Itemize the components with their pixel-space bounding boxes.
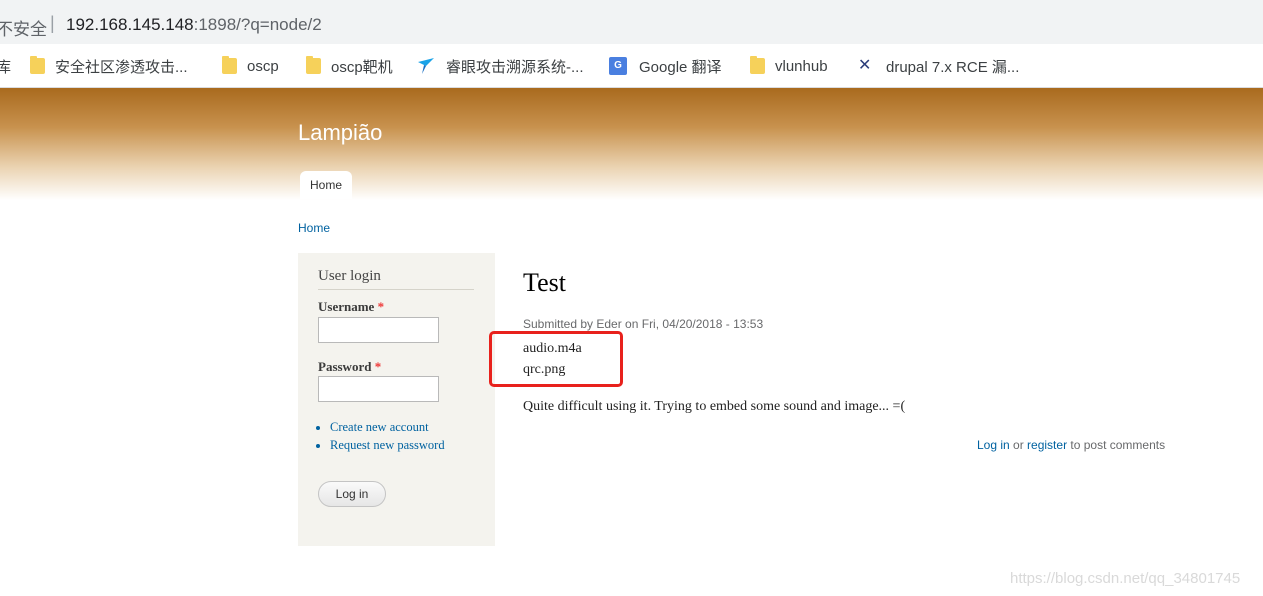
bookmark-label: oscp	[247, 57, 279, 75]
bookmark-item[interactable]: vlunhub	[750, 56, 828, 76]
site-name[interactable]: Lampião	[298, 120, 382, 146]
node-title: Test	[523, 268, 566, 297]
separator: |	[50, 13, 55, 33]
bookmark-item[interactable]: ✕ drupal 7.x RCE 漏...	[858, 56, 1019, 76]
bookmark-label: 睿眼攻击溯源系统-...	[446, 58, 584, 76]
bookmark-item[interactable]: G Google 翻译	[609, 56, 722, 76]
bookmarks-bar: 库 安全社区渗透攻击... oscp oscp靶机 睿眼攻击溯源系统-... G…	[0, 44, 1263, 88]
bookmark-item[interactable]: 安全社区渗透攻击...	[30, 56, 188, 76]
arrow-icon	[418, 58, 434, 74]
create-account-link[interactable]: Create new account	[330, 420, 429, 434]
username-label-text: Username	[318, 299, 375, 314]
bookmark-label: drupal 7.x RCE 漏...	[886, 58, 1020, 76]
tab-home[interactable]: Home	[300, 171, 352, 199]
user-login-block: User login Username * Password * Create …	[298, 253, 495, 546]
divider	[318, 289, 474, 290]
bookmark-label: 安全社区渗透攻击...	[55, 58, 188, 76]
password-label: Password *	[318, 359, 381, 375]
bookmark-clipped[interactable]: 库	[0, 56, 11, 76]
omnibox[interactable]: 不安全 | 192.168.145.148:1898/?q=node/2	[0, 3, 1230, 41]
watermark: https://blog.csdn.net/qq_34801745	[1010, 570, 1241, 587]
url-path: :1898/?q=node/2	[193, 15, 322, 34]
address-bar: 不安全 | 192.168.145.148:1898/?q=node/2	[0, 0, 1263, 44]
bookmark-label: Google 翻译	[639, 58, 722, 76]
comment-or: or	[1009, 438, 1028, 452]
submitted-info: Submitted by Eder on Fri, 04/20/2018 - 1…	[523, 317, 764, 331]
required-mark: *	[377, 299, 385, 314]
bookmark-label: oscp靶机	[331, 58, 393, 76]
folder-icon	[306, 56, 321, 74]
security-indicator[interactable]: 不安全	[0, 15, 47, 40]
folder-icon	[750, 56, 765, 74]
bookmark-label: vlunhub	[775, 57, 828, 75]
bookmark-item[interactable]: 睿眼攻击溯源系统-...	[416, 56, 584, 76]
breadcrumb[interactable]: Home	[298, 221, 330, 235]
highlight-box	[489, 331, 623, 387]
site-header	[0, 88, 1263, 200]
bookmark-item[interactable]: oscp	[222, 56, 279, 76]
folder-icon	[222, 56, 237, 74]
comment-suffix: to post comments	[1067, 438, 1166, 452]
google-translate-icon: G	[609, 57, 627, 75]
block-title: User login	[318, 268, 381, 284]
comment-links: Log in or register to post comments	[977, 438, 1165, 452]
list-item: Request new password	[330, 438, 445, 453]
login-button[interactable]: Log in	[318, 481, 386, 507]
password-field[interactable]	[318, 376, 439, 402]
url-host: 192.168.145.148	[66, 15, 194, 34]
login-links: Create new account Request new password	[330, 420, 445, 456]
x-icon: ✕	[858, 57, 872, 74]
request-password-link[interactable]: Request new password	[330, 438, 445, 452]
username-label: Username *	[318, 299, 384, 315]
list-item: Create new account	[330, 420, 445, 435]
login-link[interactable]: Log in	[977, 438, 1010, 452]
password-label-text: Password	[318, 359, 372, 374]
node-body: Quite difficult using it. Trying to embe…	[523, 399, 906, 414]
folder-icon	[30, 56, 45, 74]
url-text[interactable]: 192.168.145.148:1898/?q=node/2	[66, 15, 322, 35]
required-mark: *	[374, 359, 382, 374]
bookmark-item[interactable]: oscp靶机	[306, 56, 393, 76]
register-link[interactable]: register	[1027, 438, 1067, 452]
username-field[interactable]	[318, 317, 439, 343]
